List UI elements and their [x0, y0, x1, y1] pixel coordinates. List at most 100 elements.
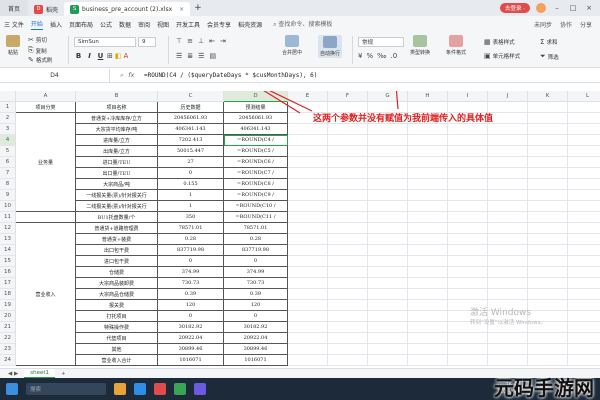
number-format-select[interactable]: 常规 [358, 37, 404, 47]
table-cell[interactable]: 120 [158, 300, 224, 311]
empty-cell[interactable] [328, 234, 368, 245]
empty-cell[interactable] [408, 168, 448, 179]
empty-cell[interactable] [288, 212, 328, 223]
empty-cell[interactable] [368, 267, 408, 278]
menu-developer[interactable]: 开发工具 [176, 20, 200, 29]
fx-icon[interactable]: fx [128, 71, 134, 80]
table-cell[interactable]: 20922.04 [158, 333, 224, 344]
empty-cell[interactable] [488, 190, 528, 201]
empty-cell[interactable] [568, 146, 600, 157]
cut-button[interactable]: ✂ 剪切 [28, 36, 47, 44]
empty-cell[interactable] [528, 256, 568, 267]
empty-cell[interactable] [288, 311, 328, 322]
table-cell[interactable]: 1 [158, 201, 224, 212]
empty-cell[interactable] [328, 245, 368, 256]
empty-cell[interactable] [448, 168, 488, 179]
sync-status[interactable]: 未同步 [534, 20, 552, 29]
table-cell[interactable]: 出口包干费 [76, 245, 158, 256]
table-cell[interactable]: 0 [158, 311, 224, 322]
empty-cell[interactable] [448, 146, 488, 157]
sum-button[interactable]: Σ 求和 [540, 38, 557, 46]
table-cell[interactable]: 0.39 [224, 289, 288, 300]
empty-cell[interactable] [448, 256, 488, 267]
indent-left-icon[interactable]: ⇤ [209, 37, 215, 45]
empty-cell[interactable] [448, 333, 488, 344]
share-button[interactable]: 分享 [580, 20, 592, 29]
empty-cell[interactable] [568, 168, 600, 179]
row-header[interactable]: 20 [0, 311, 16, 322]
empty-cell[interactable] [408, 322, 448, 333]
empty-cell[interactable] [368, 300, 408, 311]
empty-cell[interactable] [368, 256, 408, 267]
table-cell[interactable]: 二线报关量(票)/针对报关行 [76, 201, 158, 212]
row-header[interactable]: 18 [0, 289, 16, 300]
table-cell[interactable]: 0 [158, 168, 224, 179]
command-search[interactable]: ⌕ 查找命令、搜索模板 [273, 19, 332, 29]
indent-right-icon[interactable]: ⇥ [220, 37, 226, 45]
empty-cell[interactable] [328, 223, 368, 234]
table-cell[interactable]: =ROUND(C11 / [224, 212, 288, 223]
table-cell[interactable]: 0.28 [158, 234, 224, 245]
close-window-icon[interactable]: × [584, 4, 594, 12]
menu-page-layout[interactable]: 页面布局 [69, 20, 93, 29]
empty-cell[interactable] [568, 157, 600, 168]
table-cell[interactable]: 30899.46 [224, 344, 288, 355]
empty-cell[interactable] [408, 223, 448, 234]
table-cell[interactable]: 普通货+道路管理费 [76, 223, 158, 234]
table-cell[interactable]: 20922.04 [224, 333, 288, 344]
table-cell[interactable]: 进口包干费 [76, 256, 158, 267]
table-cell[interactable]: 其他 [76, 344, 158, 355]
category-merged-cell[interactable]: 营业收入 [16, 223, 76, 366]
row-header[interactable]: 7 [0, 168, 16, 179]
row-header[interactable]: 17 [0, 278, 16, 289]
empty-cell[interactable] [408, 157, 448, 168]
login-button[interactable]: 去登录 · [500, 3, 530, 13]
empty-cell[interactable] [448, 267, 488, 278]
empty-cell[interactable] [368, 179, 408, 190]
empty-cell[interactable] [488, 179, 528, 190]
empty-cell[interactable] [528, 190, 568, 201]
row-header[interactable]: 14 [0, 245, 16, 256]
empty-cell[interactable] [288, 223, 328, 234]
table-cell[interactable]: =ROUND(C8 / [224, 179, 288, 190]
paste-button[interactable]: 粘贴 [6, 35, 20, 56]
table-cell[interactable]: 50015.447 [158, 146, 224, 157]
row-header[interactable]: 24 [0, 355, 16, 366]
empty-cell[interactable] [288, 278, 328, 289]
table-cell[interactable]: 0.28 [224, 234, 288, 245]
empty-cell[interactable] [408, 300, 448, 311]
empty-cell[interactable] [568, 311, 600, 322]
empty-cell[interactable] [528, 223, 568, 234]
row-header[interactable]: 13 [0, 234, 16, 245]
empty-cell[interactable] [328, 289, 368, 300]
empty-cell[interactable] [448, 157, 488, 168]
row-header[interactable]: 11 [0, 212, 16, 223]
empty-cell[interactable] [528, 234, 568, 245]
align-bottom-icon[interactable]: ⊥ [198, 37, 204, 45]
empty-cell[interactable] [408, 355, 448, 366]
table-cell[interactable]: 出口量/TEU [76, 168, 158, 179]
empty-cell[interactable] [568, 223, 600, 234]
empty-cell[interactable] [328, 201, 368, 212]
table-cell[interactable]: 营业收入合计 [76, 355, 158, 366]
empty-cell[interactable] [288, 146, 328, 157]
tab-docer[interactable]: D 稻壳 [28, 2, 64, 16]
empty-cell[interactable] [408, 190, 448, 201]
row-header[interactable]: 9 [0, 190, 16, 201]
empty-cell[interactable] [288, 168, 328, 179]
empty-cell[interactable] [528, 267, 568, 278]
empty-cell[interactable] [448, 355, 488, 366]
empty-cell[interactable] [568, 267, 600, 278]
table-cell[interactable]: 大宗商品装卸费 [76, 278, 158, 289]
empty-cell[interactable] [408, 278, 448, 289]
font-name-select[interactable]: SimSun [74, 37, 136, 47]
empty-cell[interactable] [368, 355, 408, 366]
empty-cell[interactable] [448, 278, 488, 289]
row-header[interactable]: 5 [0, 146, 16, 157]
menu-member[interactable]: 会员专享 [207, 20, 231, 29]
name-box[interactable]: D4 [0, 68, 110, 83]
row-header[interactable]: 15 [0, 256, 16, 267]
table-cell[interactable]: 837719.98 [158, 245, 224, 256]
empty-cell[interactable] [368, 212, 408, 223]
table-cell[interactable]: 报关费 [76, 300, 158, 311]
